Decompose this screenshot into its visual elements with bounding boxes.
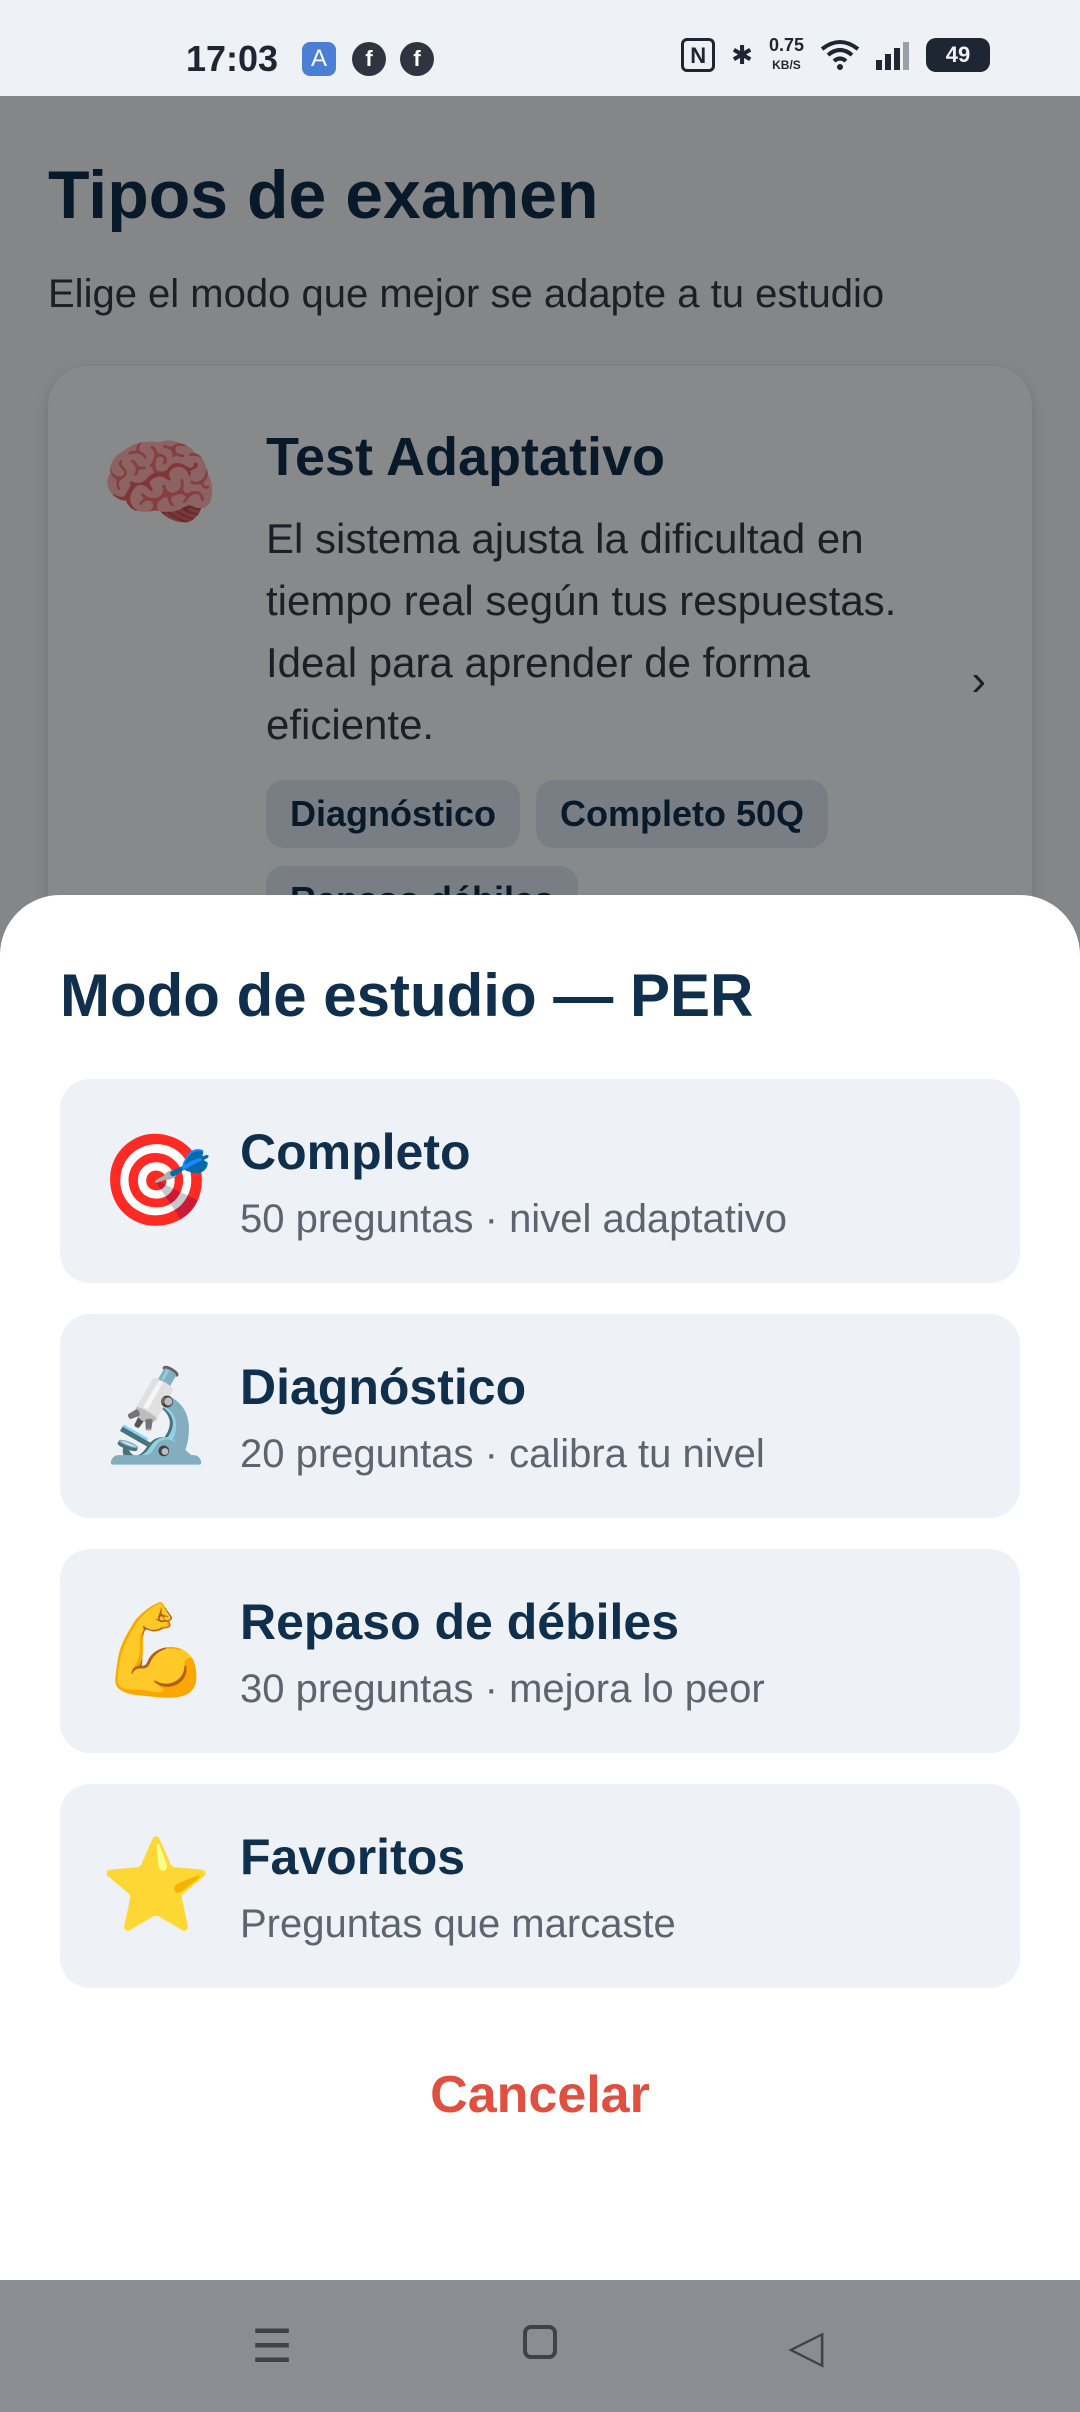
study-mode-sheet: Modo de estudio — PER 🎯 Completo 50 preg… <box>0 895 1080 2280</box>
recent-apps-button[interactable]: ☰ <box>242 2316 302 2376</box>
facebook-icon: f <box>400 42 434 76</box>
cancel-button[interactable]: Cancelar <box>0 2065 1080 2125</box>
sheet-title: Modo de estudio — PER <box>60 962 754 1029</box>
star-icon: ⭐ <box>100 1836 213 1936</box>
status-bar: 17:03 A f f N ✱ 0.75 KB/S 49 <box>0 0 1080 96</box>
network-speed-unit: KB/S <box>772 58 801 72</box>
wifi-icon <box>820 40 860 70</box>
network-speed: 0.75 KB/S <box>769 36 804 74</box>
system-nav-bar: ☰ ◁ <box>0 2280 1080 2412</box>
nfc-icon: N <box>681 38 716 72</box>
option-favoritos[interactable]: ⭐ Favoritos Preguntas que marcaste <box>60 1784 1020 1988</box>
option-title: Favoritos <box>240 1829 466 1885</box>
home-icon <box>523 2325 557 2359</box>
status-time: 17:03 <box>186 38 279 79</box>
back-button[interactable]: ◁ <box>776 2316 836 2376</box>
battery-icon: 49 <box>926 38 990 72</box>
option-subtitle: 30 preguntas · mejora lo peor <box>240 1667 765 1711</box>
bluetooth-icon: ✱ <box>731 39 753 70</box>
microscope-icon: 🔬 <box>100 1366 213 1466</box>
option-title: Diagnóstico <box>240 1359 527 1415</box>
flexed-biceps-icon: 💪 <box>100 1601 213 1701</box>
network-speed-value: 0.75 <box>768 35 804 55</box>
option-subtitle: Preguntas que marcaste <box>240 1902 676 1946</box>
target-icon: 🎯 <box>100 1131 213 1231</box>
signal-icon <box>876 42 909 70</box>
option-title: Repaso de débiles <box>240 1594 680 1650</box>
app-icon: A <box>302 42 336 76</box>
facebook-icon: f <box>352 42 386 76</box>
home-button[interactable] <box>510 2316 570 2376</box>
option-subtitle: 20 preguntas · calibra tu nivel <box>240 1432 765 1476</box>
option-repaso-debiles[interactable]: 💪 Repaso de débiles 30 preguntas · mejor… <box>60 1549 1020 1753</box>
option-title: Completo <box>240 1124 471 1180</box>
option-diagnostico[interactable]: 🔬 Diagnóstico 20 preguntas · calibra tu … <box>60 1314 1020 1518</box>
option-completo[interactable]: 🎯 Completo 50 preguntas · nivel adaptati… <box>60 1079 1020 1283</box>
option-subtitle: 50 preguntas · nivel adaptativo <box>240 1197 788 1241</box>
